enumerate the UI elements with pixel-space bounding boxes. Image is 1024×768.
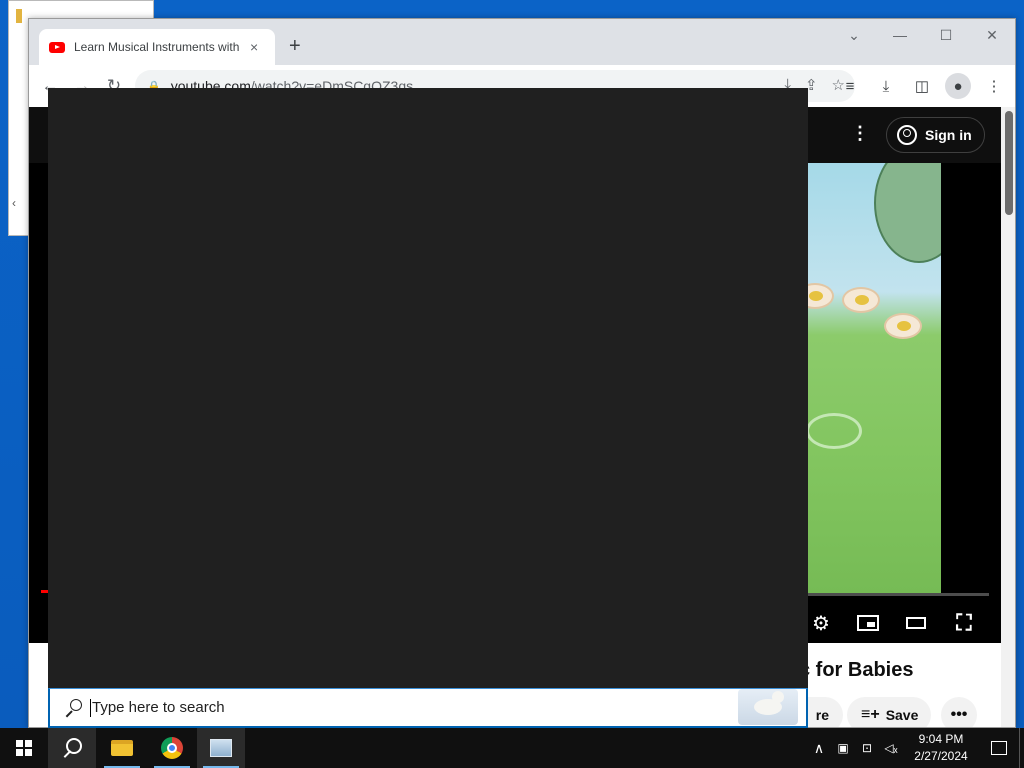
volume-muted-icon[interactable]: ◁ₓ [879, 728, 903, 768]
settings-gear-icon[interactable]: ⚙ [809, 611, 833, 635]
video-frame[interactable] [794, 163, 941, 593]
youtube-favicon-icon [49, 41, 65, 53]
file-explorer-button[interactable] [98, 728, 146, 768]
search-icon [61, 737, 83, 759]
save-button[interactable]: ≡+ Save [847, 697, 931, 727]
minimize-button[interactable]: — [877, 19, 923, 51]
flower-illustration [884, 313, 922, 339]
reading-list-icon[interactable]: ≡ [837, 73, 863, 99]
toolbar-right: ≡ ⤓ ◫ ● ⋮ [837, 73, 1007, 99]
close-window-button[interactable]: ✕ [969, 19, 1015, 51]
more-actions-button[interactable]: ••• [941, 697, 977, 727]
tab-search-icon[interactable]: ⌄ [831, 19, 877, 51]
share-label: re [815, 707, 829, 723]
tab-strip: Learn Musical Instruments with T × + ⌄ —… [29, 19, 1015, 65]
theater-mode-icon[interactable] [904, 611, 928, 635]
chrome-icon [161, 737, 183, 759]
folder-icon [16, 9, 22, 23]
browser-tab[interactable]: Learn Musical Instruments with T × [39, 29, 275, 65]
window-controls: ⌄ — ☐ ✕ [831, 19, 1015, 51]
start-search-panel [48, 88, 808, 688]
fullscreen-icon[interactable]: ⛶ [952, 610, 976, 635]
sign-in-button[interactable]: Sign in [886, 117, 985, 153]
side-panel-icon[interactable]: ◫ [909, 73, 935, 99]
bush-illustration [874, 163, 941, 263]
folder-icon [111, 740, 133, 756]
notification-center-button[interactable] [979, 728, 1019, 768]
tab-title: Learn Musical Instruments with T [74, 40, 242, 54]
profile-avatar-icon[interactable]: ● [945, 73, 971, 99]
network-icon[interactable]: ⊡ [855, 728, 879, 768]
page-scrollbar[interactable] [1001, 107, 1015, 727]
download-icon[interactable]: ⤓ [873, 73, 899, 99]
notification-icon [991, 741, 1007, 755]
start-button[interactable] [0, 728, 48, 768]
settings-kebab-icon[interactable]: ⋮ [851, 123, 869, 144]
new-tab-button[interactable]: + [289, 35, 301, 58]
search-highlight-image[interactable] [738, 689, 798, 725]
playlist-add-icon: ≡+ [861, 706, 880, 723]
account-icon [897, 125, 917, 145]
taskbar: ∧ ▣ ⊡ ◁ₓ 9:04 PM 2/27/2024 [0, 728, 1024, 768]
clock-time: 9:04 PM [918, 732, 964, 746]
chrome-taskbar-button[interactable] [148, 728, 196, 768]
sign-in-label: Sign in [925, 127, 972, 143]
app-window-icon [210, 739, 232, 757]
clock-date: 2/27/2024 [914, 749, 968, 763]
progress-bar[interactable] [794, 593, 989, 596]
taskbar-search-button[interactable] [48, 728, 96, 768]
text-caret [90, 698, 91, 717]
scrollbar-thumb[interactable] [1005, 111, 1013, 215]
miniplayer-icon[interactable] [856, 611, 880, 635]
maximize-button[interactable]: ☐ [923, 19, 969, 51]
video-title: c for Babies [799, 659, 914, 681]
search-icon [62, 697, 84, 719]
save-label: Save [885, 707, 919, 723]
flower-outline-illustration [806, 413, 862, 449]
windows-logo-icon [16, 740, 32, 756]
search-input[interactable]: Type here to search [92, 699, 225, 716]
system-tray: ∧ ▣ ⊡ ◁ₓ 9:04 PM 2/27/2024 [807, 728, 1024, 768]
taskbar-search-box[interactable]: Type here to search [48, 688, 808, 728]
clock[interactable]: 9:04 PM 2/27/2024 [903, 731, 979, 765]
show-desktop-button[interactable] [1019, 728, 1024, 768]
chevron-up-icon[interactable]: ∧ [807, 728, 831, 768]
storage-icon[interactable]: ▣ [831, 728, 855, 768]
chrome-menu-icon[interactable]: ⋮ [981, 73, 1007, 99]
remote-app-taskbar-button[interactable] [197, 728, 245, 768]
tab-close-icon[interactable]: × [250, 39, 258, 55]
flower-illustration [842, 287, 880, 313]
chevron-left-icon: ‹ [12, 196, 16, 210]
